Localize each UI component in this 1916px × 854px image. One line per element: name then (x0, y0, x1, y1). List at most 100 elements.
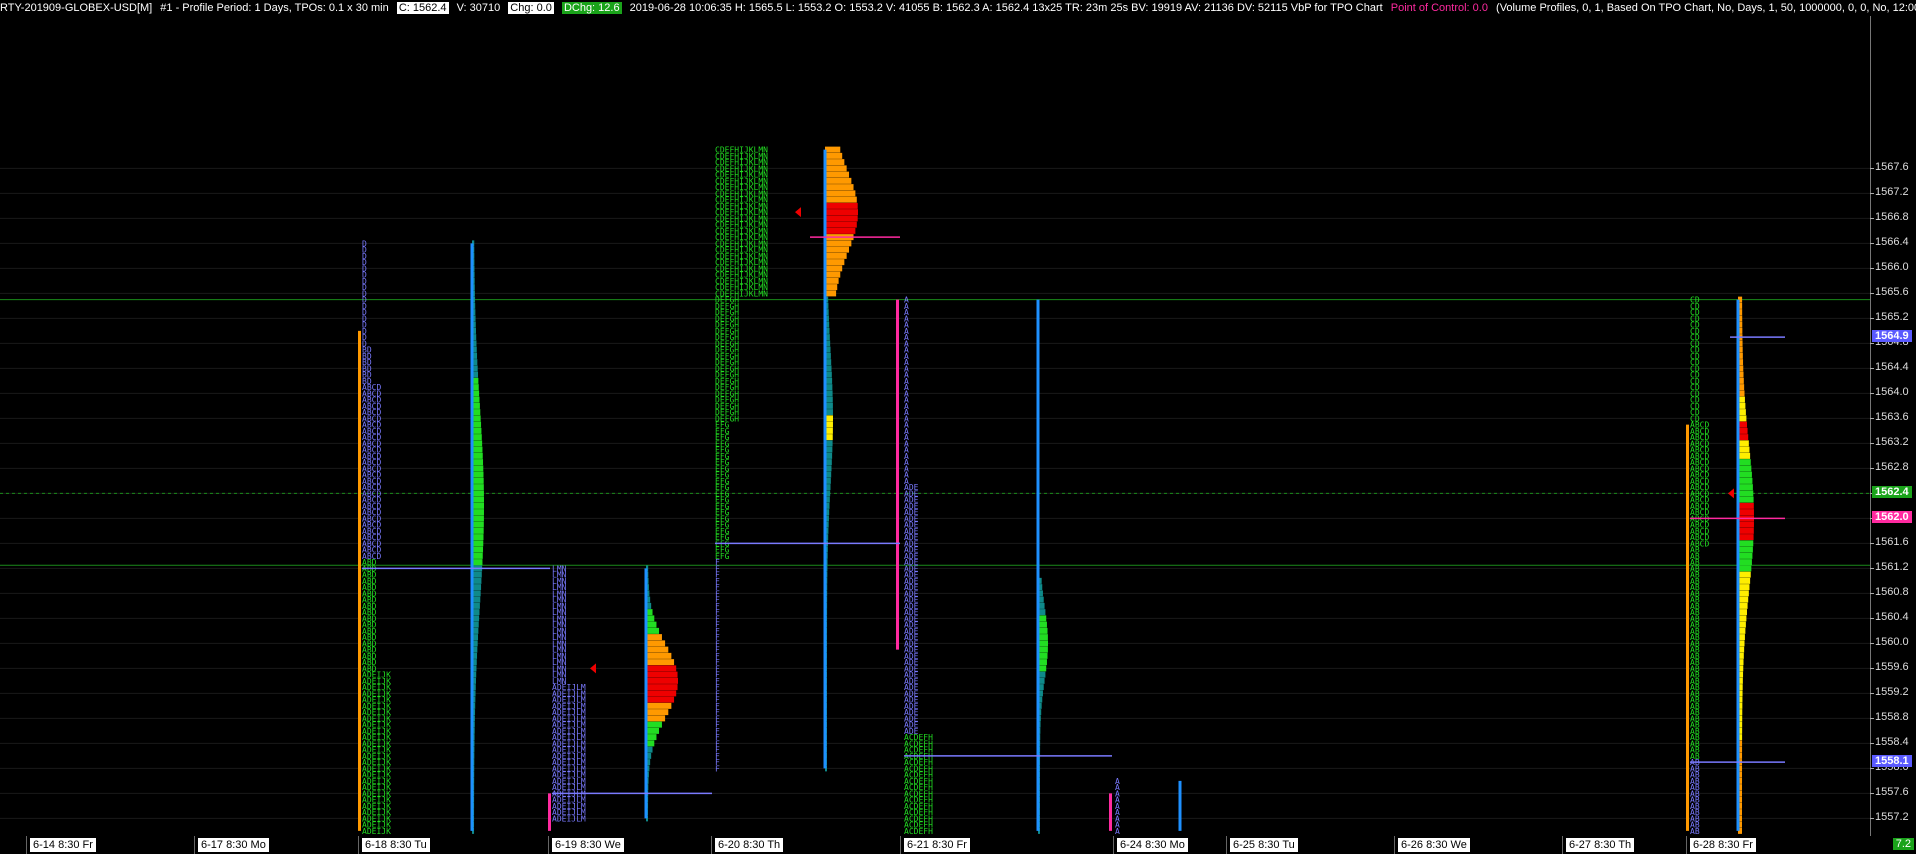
volume-profile-0619 (646, 671, 678, 678)
volume-profile-0628 (1738, 527, 1754, 534)
open-marker (590, 663, 596, 674)
price-tick: 1567.6 (1870, 161, 1909, 174)
volume-profile-0620 (825, 277, 839, 284)
volume-profile-0619 (646, 627, 660, 634)
volume-profile-0628 (1738, 434, 1749, 441)
price-tick: 1561.6 (1870, 536, 1909, 549)
price-tick: 1563.6 (1870, 411, 1909, 424)
volume-profile-0620 (825, 177, 852, 184)
time-label: 6-25 8:30 Tu (1230, 838, 1298, 852)
volume-profile-0618 (472, 515, 484, 522)
volume-profile-0620 (825, 221, 857, 228)
volume-profile-0628 (1738, 590, 1749, 597)
range-bar (896, 299, 899, 650)
volume-profile-0619 (646, 652, 672, 659)
poc-label: Point of Control: 0.0 (1390, 2, 1488, 14)
price-tick: 1566.8 (1870, 211, 1909, 224)
volume-profile-0628 (1738, 440, 1749, 447)
volume-profile-0628 (1738, 534, 1754, 541)
volume-profile-0618 (472, 452, 483, 459)
price-tick: 1567.2 (1870, 186, 1909, 199)
time-label: 6-24 8:30 Mo (1117, 838, 1188, 852)
tpo-column-0624: A (1115, 827, 1120, 836)
volume-profile-0628 (1738, 559, 1752, 566)
volume-profile-0628 (1738, 484, 1753, 491)
time-axis[interactable]: 7.2 6-14 8:30 Fr 6-17 8:30 Mo 6-18 8:30 Tu… (0, 836, 1916, 854)
price-tick: 1561.2 (1870, 561, 1909, 574)
price-tick: 1566.0 (1870, 261, 1909, 274)
price-tick: 1560.0 (1870, 636, 1909, 649)
price-tick: 1562.8 (1870, 461, 1909, 474)
volume-profile-0620 (825, 209, 858, 216)
time-separator (1686, 836, 1687, 854)
time-separator (711, 836, 712, 854)
volume-profile-0618 (472, 465, 484, 472)
time-label: 6-26 8:30 We (1398, 838, 1470, 852)
volume-profile-0620 (825, 152, 843, 159)
time-label: 6-27 8:30 Th (1566, 838, 1635, 852)
time-label: 6-28 8:30 Fr (1690, 838, 1756, 852)
volume-profile-0620 (825, 271, 841, 278)
volume-profile-0628 (1738, 459, 1751, 466)
volume-profile-0619 (646, 634, 662, 641)
price-tick: 1557.2 (1870, 811, 1909, 824)
volume-profile-0619 (646, 646, 669, 653)
price-tick: 1565.2 (1870, 311, 1909, 324)
open-marker (795, 207, 801, 218)
volume-profile-0620 (825, 190, 856, 197)
volume-profile-0619 (646, 665, 677, 672)
volume-profile-0618 (472, 509, 484, 516)
volume-profile-0618 (472, 527, 484, 534)
volume-profile-0618 (472, 459, 484, 466)
volume-profile-0618 (472, 490, 484, 497)
volume-profile-0620 (825, 146, 841, 153)
volume-profile-0628 (1738, 546, 1753, 553)
volume-profile-0620 (825, 259, 845, 266)
volume-profile-0628 (1738, 540, 1754, 547)
time-label: 6-21 8:30 Fr (904, 838, 970, 852)
volume-profile-0619 (646, 721, 662, 728)
volume-profile-0618 (472, 446, 483, 453)
volume-profile-0618 (472, 484, 484, 491)
volume-profile-0628 (1738, 477, 1753, 484)
volume-profile-0628 (1738, 471, 1752, 478)
volume-profile-0628 (1738, 490, 1754, 497)
stats-label: 2019-06-28 10:06:35 H: 1565.5 L: 1553.2 … (629, 2, 1383, 14)
time-separator (900, 836, 901, 854)
symbol-label: RTY-201909-GLOBEX-USD[M] (0, 2, 153, 14)
tpo-column-0618: ADEIJK (362, 827, 391, 836)
poc-price-box: 1562.0 (1872, 511, 1912, 524)
volume-profile-0628 (1738, 577, 1751, 584)
change-box: Chg: 0.0 (508, 2, 554, 14)
tpo-column-0620: F (715, 764, 720, 773)
volume-profile-0618 (472, 559, 483, 566)
volume-profile-0618 (472, 546, 484, 553)
price-tick: 1557.6 (1870, 786, 1909, 799)
volume-profile-0619 (646, 640, 666, 647)
range-bar (1109, 793, 1112, 831)
low-price-box: 1558.1 (1872, 755, 1912, 768)
volume-profile-0628 (1738, 465, 1752, 472)
volume-profile-0618 (472, 552, 483, 559)
time-separator (1394, 836, 1395, 854)
time-label: 6-18 8:30 Tu (362, 838, 430, 852)
volume-profile-label: (Volume Profiles, 0, 1, Based On TPO Cha… (1496, 2, 1916, 14)
tpo-chart-area[interactable]: DDDDDDDDDDDDDDDDDBDBDBDBDBDBDABCDABCDABC… (0, 16, 1870, 836)
volume-profile-0620 (825, 240, 852, 247)
tpo-column-0621: ACDEFH (904, 827, 933, 836)
volume-profile-0620 (825, 246, 850, 253)
price-tick: 1558.8 (1870, 711, 1909, 724)
range-bar (358, 330, 361, 831)
open-marker (1728, 488, 1734, 499)
volume-profile-0628 (1738, 509, 1754, 516)
price-axis[interactable]: 1567.6 1567.2 1566.8 1566.4 1566.0 1565.6 1565… (1870, 16, 1916, 836)
close-box: C: 1562.4 (396, 2, 449, 14)
volume-profile-0628 (1738, 552, 1753, 559)
volume-profile-0619 (646, 734, 657, 741)
volume-profile-0619 (646, 727, 660, 734)
volume-profile-0619 (646, 715, 666, 722)
tpo-column-0628: AB (1690, 827, 1700, 836)
time-separator (548, 836, 549, 854)
volume-profile-0618 (472, 540, 484, 547)
volume-profile-0628 (1738, 565, 1752, 572)
